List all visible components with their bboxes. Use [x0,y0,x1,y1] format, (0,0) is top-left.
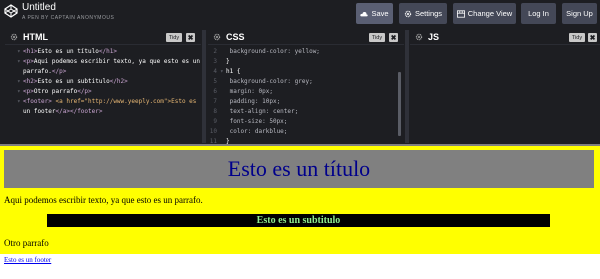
top-bar: Untitled A PEN BY CAPTAIN ANONYMOUS Save… [0,0,600,28]
editors-area: HTML Tidy ✖ ▾ <h1>Esto es un título</h1> … [0,28,600,145]
gear-icon[interactable] [10,33,18,41]
html-code-editor[interactable]: ▾ <h1>Esto es un título</h1> ▾ <p>Aqui pod… [5,46,201,143]
pen-author: A PEN BY CAPTAIN ANONYMOUS [22,15,115,21]
css-code-editor[interactable]: 2 background-color: yellow; 3} 4 ▾ h1 { 5 … [208,46,404,145]
code-line: ▾ <footer> <a href="http://www.yeeply.com… [17,98,197,105]
code-line: 9 font-size: 50px; [213,118,288,125]
gear-icon[interactable] [415,33,423,41]
code-line: 6 margin: 0px; [213,88,273,95]
signup-label: Sign Up [566,9,593,18]
panel-resize-handle[interactable] [405,30,409,143]
css-tidy-button[interactable]: Tidy [369,33,385,42]
js-code-editor[interactable] [410,46,600,143]
code-line: ▾ <h1>Esto es un título</h1> [17,48,117,55]
code-line: 7 padding: 10px; [213,98,281,105]
css-panel-header: CSS Tidy ✖ [208,30,404,45]
save-label: Save [371,9,389,18]
preview-paragraph-2: Otro parrafo [4,238,49,248]
gear-icon [404,10,412,17]
preview-subheading: Esto es un subtitulo [47,214,550,227]
js-panel-title: JS [428,32,440,42]
login-button[interactable]: Log In [521,3,556,24]
code-line: parrafo.</p> [23,68,67,75]
login-label: Log In [528,9,549,18]
signup-button[interactable]: Sign Up [562,3,597,24]
html-panel-title: HTML [23,32,48,42]
change-view-label: Change View [467,9,513,18]
html-panel: HTML Tidy ✖ ▾ <h1>Esto es un título</h1> … [5,30,201,143]
pen-title[interactable]: Untitled [22,2,56,13]
css-close-icon[interactable]: ✖ [389,33,398,42]
code-line: 10 color: darkblue; [209,128,288,135]
js-panel-header: JS Tidy ✖ [410,30,600,45]
preview-paragraph: Aqui podemos escribir texto, ya que esto… [4,195,203,205]
cloud-icon [360,11,369,16]
code-line: ▾ <p>Aqui podemos escribir texto, ya que … [17,58,201,65]
result-preview: Esto es un título Aqui podemos escribir … [0,144,600,279]
change-view-button[interactable]: Change View [453,3,516,24]
code-line: ▾ <h2>Esto es un subtitulo</h2> [17,78,128,85]
js-tidy-button[interactable]: Tidy [569,33,585,42]
code-line: 2 background-color: yellow; [213,48,320,55]
css-panel: CSS Tidy ✖ 2 background-color: yellow; 3… [208,30,404,145]
code-line: ▾ <p>Otro parrafo</p> [17,88,92,95]
code-line: 3} [213,58,230,65]
code-line: un footer</a></footer> [23,108,103,115]
js-panel: JS Tidy ✖ [410,30,600,143]
gear-icon[interactable] [213,33,221,41]
preview-heading: Esto es un título [4,150,594,188]
layout-icon [456,9,465,18]
code-line: 8 text-align: center; [213,108,299,115]
html-panel-header: HTML Tidy ✖ [5,30,201,45]
code-line: 4 ▾ h1 { [213,68,241,75]
html-tidy-button[interactable]: Tidy [166,33,182,42]
preview-footer: Esto es un footer [0,254,600,279]
css-panel-title: CSS [226,32,245,42]
js-close-icon[interactable]: ✖ [588,33,597,42]
footer-link[interactable]: Esto es un footer [4,256,51,264]
panel-resize-handle[interactable] [202,30,206,143]
save-button[interactable]: Save [356,3,393,24]
html-close-icon[interactable]: ✖ [186,33,195,42]
settings-button[interactable]: Settings [399,3,447,24]
code-line: 5 background-color: grey; [213,78,313,85]
settings-label: Settings [414,9,443,18]
codepen-logo-icon[interactable] [4,4,18,18]
css-scrollbar[interactable] [398,72,401,136]
